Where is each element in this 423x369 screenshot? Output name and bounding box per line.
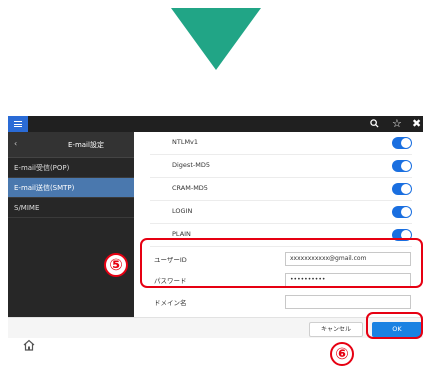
sidebar: ‹ E-mail設定 E-mail受信(POP) E-mail送信(SMTP) … (8, 132, 134, 317)
device-screen: ☆ ✖ ‹ E-mail設定 E-mail受信(POP) E-mail送信(SM… (8, 116, 423, 338)
back-chevron-icon[interactable]: ‹ (14, 139, 17, 148)
auth-toggle-cram-md5[interactable] (392, 183, 412, 195)
auth-row-login: LOGIN (134, 201, 423, 223)
auth-label: PLAIN (172, 230, 191, 238)
page: ☆ ✖ ‹ E-mail設定 E-mail受信(POP) E-mail送信(SM… (0, 0, 423, 369)
settings-content: NTLMv1 Digest-MD5 CRAM-MD5 LOGIN PLAIN ユ… (134, 132, 423, 317)
star-icon[interactable]: ☆ (392, 117, 402, 131)
sidebar-title: E-mail設定 (68, 141, 104, 149)
auth-label: LOGIN (172, 207, 193, 215)
fields-highlight (140, 238, 423, 288)
step-number-6: ⑥ (330, 342, 354, 366)
down-arrow-icon (171, 8, 261, 70)
sidebar-item-smtp[interactable]: E-mail送信(SMTP) (8, 178, 134, 198)
step-number-5: ⑤ (104, 253, 128, 277)
footer-bar: キャンセル OK (8, 317, 423, 338)
auth-row-cram-md5: CRAM-MD5 (134, 178, 423, 200)
sidebar-item-smime[interactable]: S/MIME (8, 198, 134, 218)
menu-icon (14, 121, 22, 127)
auth-toggle-ntlmv1[interactable] (392, 137, 412, 149)
sidebar-item-pop[interactable]: E-mail受信(POP) (8, 158, 134, 178)
auth-row-digest-md5: Digest-MD5 (134, 155, 423, 177)
domain-row: ドメイン名 (134, 291, 423, 313)
domain-input[interactable] (285, 295, 411, 309)
home-icon[interactable] (22, 337, 36, 351)
auth-toggle-login[interactable] (392, 206, 412, 218)
auth-toggle-digest-md5[interactable] (392, 160, 412, 172)
ok-highlight (366, 312, 423, 339)
sidebar-header: ‹ E-mail設定 (8, 132, 134, 158)
close-icon[interactable]: ✖ (412, 117, 421, 131)
auth-label: Digest-MD5 (172, 161, 210, 169)
auth-label: NTLMv1 (172, 138, 199, 146)
top-bar: ☆ ✖ (8, 116, 423, 132)
auth-label: CRAM-MD5 (172, 184, 208, 192)
domain-label: ドメイン名 (154, 299, 187, 307)
auth-row-ntlmv1: NTLMv1 (134, 132, 423, 154)
menu-button[interactable] (8, 116, 28, 132)
cancel-button[interactable]: キャンセル (309, 322, 363, 337)
search-icon[interactable] (370, 117, 379, 132)
